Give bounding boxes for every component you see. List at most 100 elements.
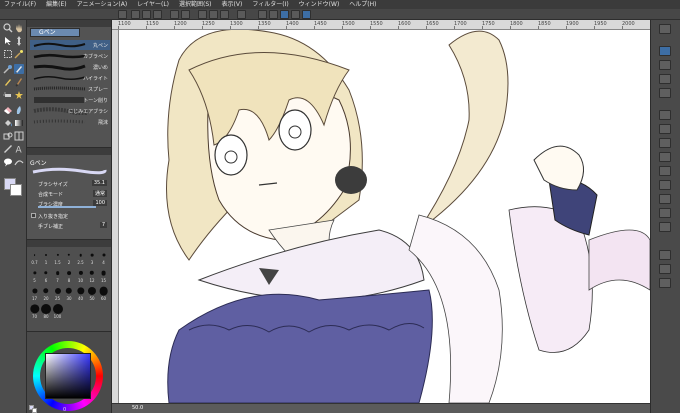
brush-size-preset[interactable]: 60 [98, 286, 109, 301]
brush-size-preset[interactable]: 12 [87, 268, 98, 283]
brush-size-preset[interactable]: 40 [75, 286, 86, 301]
brush-item[interactable]: 飛沫 [30, 117, 110, 127]
layer-new-icon[interactable] [659, 110, 671, 120]
panel-settings-icon[interactable] [659, 264, 671, 274]
layer-lock-icon[interactable] [659, 166, 671, 176]
correct-line-icon[interactable] [14, 157, 24, 167]
pressure-option-row[interactable]: 入り抜き指定 [30, 212, 110, 221]
fill-icon[interactable] [3, 118, 13, 128]
panel-property-icon[interactable] [659, 60, 671, 70]
menu-selection[interactable]: 選択範囲(S) [179, 0, 212, 9]
brush-size-preset[interactable]: 25 [52, 286, 63, 301]
brush-size-preset[interactable]: 0.7 [29, 250, 40, 265]
brush-size-preset[interactable]: 15 [98, 268, 109, 283]
layer-delete-icon[interactable] [659, 180, 671, 190]
brush-size-preset[interactable]: 7 [52, 268, 63, 283]
brush-size-preset[interactable]: 4 [98, 250, 109, 265]
brush-size-preset[interactable]: 70 [29, 304, 40, 319]
saturation-value-square[interactable] [45, 353, 91, 399]
blend-mode-select[interactable]: 通常 [92, 190, 107, 197]
snap-grid-icon[interactable] [291, 10, 300, 19]
brush-size-preset[interactable]: 30 [64, 286, 75, 301]
save-icon[interactable] [153, 10, 162, 19]
layer-mask-icon[interactable] [659, 138, 671, 148]
pencil-icon[interactable] [3, 77, 13, 87]
brush-density-slider[interactable] [38, 206, 96, 208]
brush-size-preset[interactable]: 10 [75, 268, 86, 283]
menu-file[interactable]: ファイル(F) [4, 0, 36, 9]
brush-item[interactable]: カブラペン [30, 51, 110, 61]
brush-size-preset[interactable]: 17 [29, 286, 40, 301]
panel-layer-icon[interactable] [659, 46, 671, 56]
snap-ruler-icon[interactable] [280, 10, 289, 19]
decoration-icon[interactable] [14, 90, 24, 100]
eyedropper-icon[interactable] [3, 64, 13, 74]
brush-size-preset[interactable]: 2.5 [75, 250, 86, 265]
layer-color-icon[interactable] [659, 208, 671, 218]
brush-item[interactable]: スプレー [30, 84, 110, 94]
pressure-checkbox[interactable] [31, 213, 36, 218]
airbrush-icon[interactable] [3, 90, 13, 100]
gradient-icon[interactable] [14, 118, 24, 128]
brush-icon[interactable] [14, 77, 24, 87]
brush-item[interactable]: にじみエアブラシ [30, 106, 110, 116]
layer-merge-icon[interactable] [659, 194, 671, 204]
clear-icon[interactable] [198, 10, 207, 19]
app-icon[interactable] [118, 10, 127, 19]
zoom-level[interactable]: 50.0 [132, 405, 143, 411]
zoom-icon[interactable] [3, 23, 13, 33]
auto-select-icon[interactable] [14, 49, 24, 59]
figure-icon[interactable] [3, 131, 13, 141]
menu-help[interactable]: ヘルプ(H) [349, 0, 376, 9]
select-icon[interactable] [3, 49, 13, 59]
open-file-icon[interactable] [142, 10, 151, 19]
layer-folder-icon[interactable] [659, 124, 671, 134]
panel-material-icon[interactable] [659, 74, 671, 84]
stabilization-row[interactable]: 手ブレ補正 7 [30, 222, 110, 231]
panel-history-icon[interactable] [659, 88, 671, 98]
brush-size-preset[interactable]: 1 [41, 250, 52, 265]
blend-mode-row[interactable]: 合成モード 通常 [30, 190, 110, 199]
move-icon[interactable] [14, 36, 24, 46]
menu-layer[interactable]: レイヤー(L) [137, 0, 169, 9]
undo-icon[interactable] [170, 10, 179, 19]
menu-edit[interactable]: 編集(E) [46, 0, 66, 9]
operation-icon[interactable] [3, 36, 13, 46]
menu-view[interactable]: 表示(V) [222, 0, 243, 9]
panel-search-icon[interactable] [659, 250, 671, 260]
eraser-icon[interactable] [3, 105, 13, 115]
frame-icon[interactable] [14, 131, 24, 141]
new-file-icon[interactable] [131, 10, 140, 19]
brush-size-preset[interactable]: 5 [29, 268, 40, 283]
transform-icon[interactable] [237, 10, 246, 19]
layer-clip-icon[interactable] [659, 152, 671, 162]
stabilization-value[interactable]: 7 [99, 222, 107, 228]
brush-size-preset[interactable]: 2 [64, 250, 75, 265]
brush-size-preset[interactable]: 80 [41, 304, 52, 319]
brush-item[interactable]: ハイライト [30, 73, 110, 83]
panel-navigator-icon[interactable] [659, 24, 671, 34]
layer-visible-icon[interactable] [659, 222, 671, 232]
menu-filter[interactable]: フィルター(I) [252, 0, 288, 9]
brush-size-preset[interactable]: 20 [41, 286, 52, 301]
balloon-icon[interactable] [3, 157, 13, 167]
brush-size-preset[interactable]: 100 [52, 304, 63, 319]
fill-selection-icon[interactable] [220, 10, 229, 19]
brush-item[interactable]: 濃いめ [30, 62, 110, 72]
hand-icon[interactable] [14, 23, 24, 33]
brush-size-preset[interactable]: 3 [87, 250, 98, 265]
brush-size-row[interactable]: ブラシサイズ 35.1 [30, 180, 110, 189]
menu-window[interactable]: ウィンドウ(W) [299, 0, 340, 9]
brush-item[interactable]: トーン削り [30, 95, 110, 105]
invert-selection-icon[interactable] [269, 10, 278, 19]
clear-outside-icon[interactable] [209, 10, 218, 19]
brush-item[interactable]: 丸ペン [30, 40, 110, 50]
text-icon[interactable]: A [14, 144, 24, 155]
brush-size-preset[interactable]: 6 [41, 268, 52, 283]
brush-density-row[interactable]: ブラシ濃度 100 [30, 200, 110, 209]
brush-size-preset[interactable]: 1.5 [52, 250, 63, 265]
sub-color-swatch[interactable] [10, 184, 22, 196]
panel-menu-icon[interactable] [659, 278, 671, 288]
menu-animation[interactable]: アニメーション(A) [77, 0, 128, 9]
brush-size-preset[interactable]: 50 [87, 286, 98, 301]
